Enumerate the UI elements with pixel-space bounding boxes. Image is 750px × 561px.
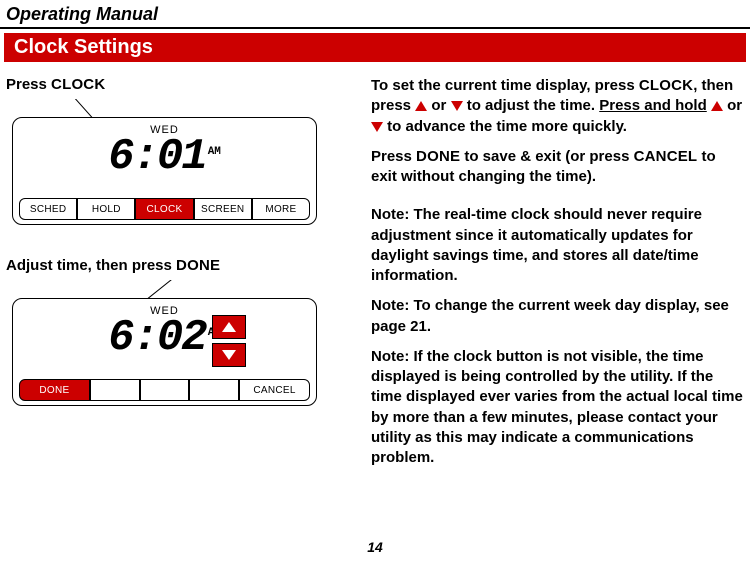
screen-button[interactable]: SCREEN	[194, 198, 252, 220]
p1-clock: CLOCK	[639, 77, 693, 94]
down-arrow-icon	[222, 350, 236, 360]
content-area: Press CLOCK WED 6:01AM SCHED HOLD CLOCK …	[0, 76, 750, 478]
blank-button-2[interactable]	[140, 379, 190, 401]
down-triangle-icon	[451, 101, 463, 111]
note-3-text: If the clock button is not visible, the …	[371, 348, 743, 466]
cancel-button[interactable]: CANCEL	[239, 379, 310, 401]
step2-prefix: Adjust time, then press	[6, 257, 176, 274]
up-arrow-icon	[222, 322, 236, 332]
section-title: Clock Settings	[4, 33, 746, 62]
left-column: Press CLOCK WED 6:01AM SCHED HOLD CLOCK …	[6, 76, 351, 478]
note-1-text: The real-time clock should never require…	[371, 206, 702, 284]
p1a: To set the current time display, press	[371, 77, 639, 94]
p2a: Press	[371, 148, 416, 165]
blank-button-1[interactable]	[90, 379, 140, 401]
hold-button[interactable]: HOLD	[77, 198, 135, 220]
done-button[interactable]: DONE	[19, 379, 90, 401]
p1-hold: Press and hold	[599, 97, 707, 114]
note-label-3: Note:	[371, 348, 409, 365]
down-arrow-button[interactable]	[212, 343, 246, 367]
note-2-text: To change the current week day display, …	[371, 297, 729, 334]
button-row-2: DONE CANCEL	[19, 379, 310, 401]
lcd-2: WED 6:02AM	[19, 305, 310, 373]
note-1: Note: The real-time clock should never r…	[371, 205, 744, 286]
time-display-1: 6:01AM	[19, 132, 310, 182]
instruction-p2: Press DONE to save & exit (or press CANC…	[371, 147, 744, 188]
lcd-1: WED 6:01AM	[19, 124, 310, 192]
time-value-2: 6:02	[108, 313, 206, 363]
p2-done: DONE	[416, 148, 460, 165]
note-label-1: Note:	[371, 206, 409, 223]
step1-button-name: CLOCK	[51, 76, 105, 93]
step2-label: Adjust time, then press DONE	[6, 257, 351, 274]
p1c: or	[427, 97, 450, 114]
p1d: to adjust the time.	[463, 97, 600, 114]
down-triangle-icon-2	[371, 122, 383, 132]
blank-button-3[interactable]	[189, 379, 239, 401]
thermostat-display-2: WED 6:02AM DONE CANCEL	[12, 298, 317, 406]
note-label-2: Note:	[371, 297, 409, 314]
device2-wrap: WED 6:02AM DONE CANCEL	[6, 280, 351, 420]
header-rule	[0, 27, 750, 29]
button-row-1: SCHED HOLD CLOCK SCREEN MORE	[19, 198, 310, 220]
device1-wrap: WED 6:01AM SCHED HOLD CLOCK SCREEN MORE	[6, 99, 351, 239]
clock-button[interactable]: CLOCK	[135, 198, 193, 220]
time-display-2: 6:02AM	[19, 313, 310, 363]
ampm-1: AM	[208, 146, 221, 158]
time-value-1: 6:01	[108, 132, 206, 182]
arrow-pad	[212, 315, 246, 371]
note-2: Note: To change the current week day dis…	[371, 296, 744, 337]
step1-label: Press CLOCK	[6, 76, 351, 93]
thermostat-display-1: WED 6:01AM SCHED HOLD CLOCK SCREEN MORE	[12, 117, 317, 225]
note-3: Note: If the clock button is not visible…	[371, 347, 744, 469]
p2b: to save & exit (or press	[460, 148, 633, 165]
step2-button-name: DONE	[176, 257, 220, 274]
step1-prefix: Press	[6, 76, 51, 93]
page-number: 14	[0, 539, 750, 555]
right-column: To set the current time display, press C…	[371, 76, 744, 478]
sched-button[interactable]: SCHED	[19, 198, 77, 220]
p2-cancel: CANCEL	[634, 148, 698, 165]
up-triangle-icon-2	[711, 101, 723, 111]
p1g: to advance the time more quickly.	[383, 118, 627, 135]
up-triangle-icon	[415, 101, 427, 111]
p1f: or	[723, 97, 742, 114]
manual-title: Operating Manual	[0, 0, 750, 27]
up-arrow-button[interactable]	[212, 315, 246, 339]
instruction-p1: To set the current time display, press C…	[371, 76, 744, 137]
more-button[interactable]: MORE	[252, 198, 310, 220]
